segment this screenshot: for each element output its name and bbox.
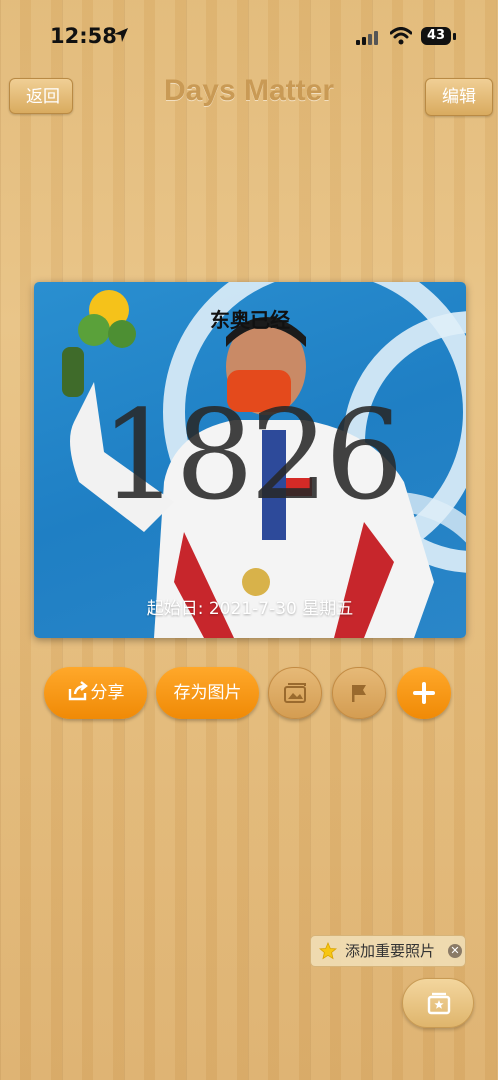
location-arrow-icon [114,28,128,42]
flag-icon [352,685,366,702]
battery-indicator: 43 [421,27,451,45]
flag-button[interactable] [332,667,386,719]
share-icon [68,681,88,701]
page-title: Days Matter [163,74,335,107]
photo-icon [284,683,306,703]
battery-tip [453,33,456,40]
event-card[interactable]: 东奥已经 1826 起始日: 2021-7-30 星期五 [34,282,466,638]
close-icon[interactable]: ✕ [448,944,462,958]
status-time: 12:58 [50,24,117,48]
edit-button[interactable]: 编辑 [425,78,493,116]
photo-album-button[interactable] [402,978,474,1028]
photo-album-icon [427,992,451,1015]
star-icon [319,942,337,960]
add-button[interactable] [397,667,451,719]
cellular-signal-icon [356,31,378,45]
start-date: 起始日: 2021-7-30 星期五 [146,599,354,619]
event-title: 东奥已经 [210,308,290,332]
status-bar: 12:58 43 [0,0,498,70]
tip-text: 添加重要照片 [345,942,436,960]
share-label: 分享 [90,683,125,703]
wifi-icon [390,27,412,45]
change-photo-button[interactable] [268,667,322,719]
plus-icon [413,682,435,704]
day-count: 1826 [100,384,404,528]
save-image-button[interactable]: 存为图片 [156,667,259,719]
add-photo-tip[interactable]: 添加重要照片 ✕ [310,935,466,967]
share-button[interactable]: 分享 [44,667,147,719]
